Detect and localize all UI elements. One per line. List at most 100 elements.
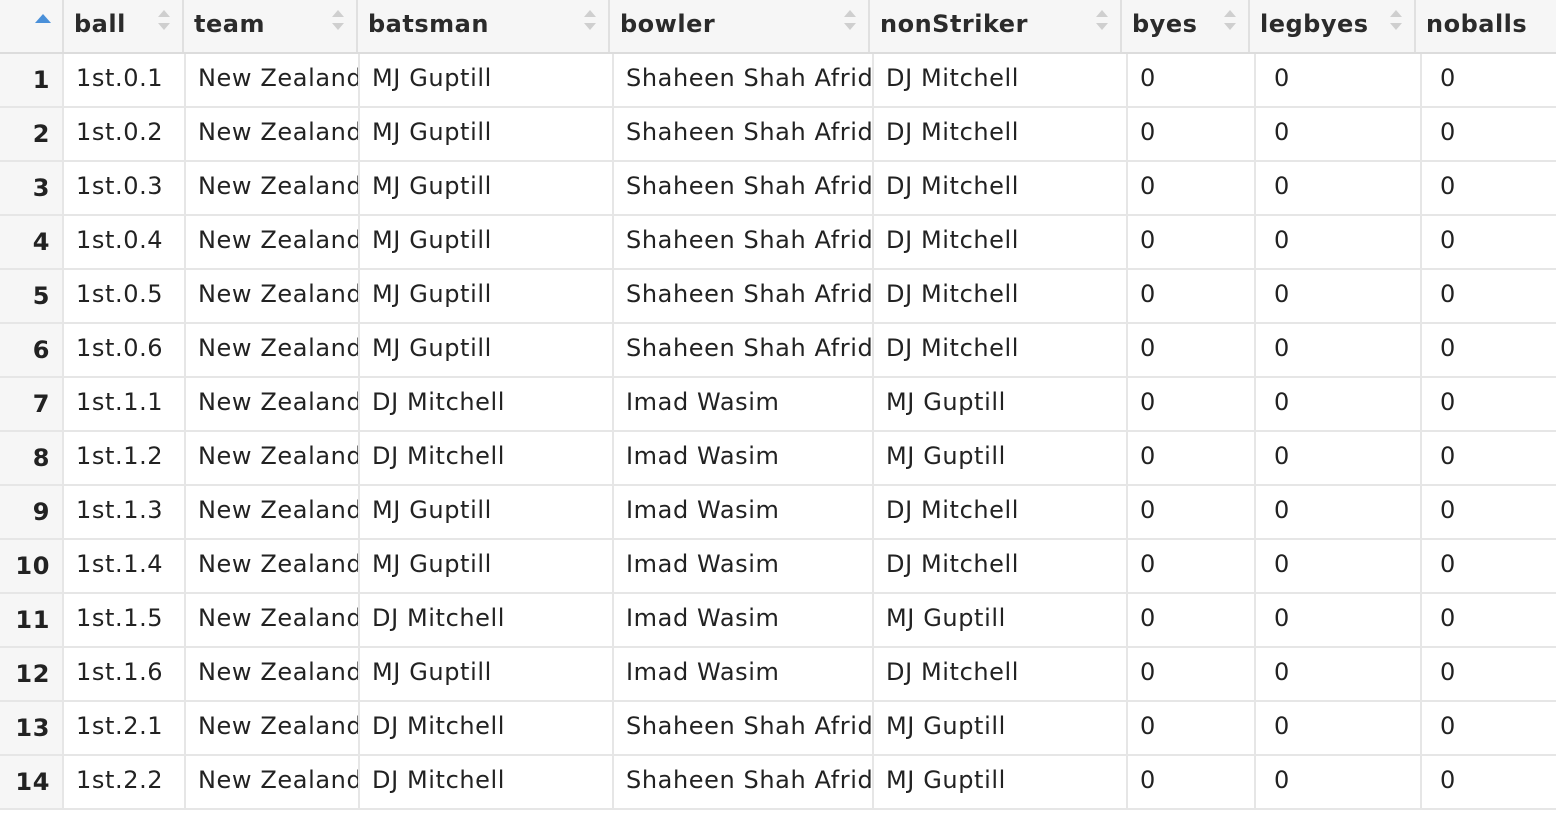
column-header-noballs[interactable]: noballs xyxy=(1416,0,1556,52)
cell-batsman: MJ Guptill xyxy=(360,648,614,700)
cell-byes: 0 xyxy=(1128,486,1256,538)
cell-noballs: 0 xyxy=(1440,226,1456,254)
column-header-byes[interactable]: byes xyxy=(1122,0,1250,52)
table-row[interactable]: 8 1st.1.2 New Zealand DJ Mitchell Imad Wasim… xyxy=(0,432,1556,486)
sort-arrows-icon[interactable] xyxy=(1224,10,1236,32)
cell-legbyes: 0 xyxy=(1256,486,1422,538)
cell-noballs: 0 xyxy=(1440,604,1456,632)
cell-byes: 0 xyxy=(1128,540,1256,592)
cell-nonstriker: DJ Mitchell xyxy=(874,648,1128,700)
table-row[interactable]: 9 1st.1.3 New Zealand MJ Guptill Imad Wasim D… xyxy=(0,486,1556,540)
cell-byes: 0 xyxy=(1128,324,1256,376)
column-header-ball[interactable]: ball xyxy=(64,0,184,52)
column-header-team[interactable]: team xyxy=(184,0,358,52)
cell-legbyes: 0 xyxy=(1256,378,1422,430)
cell-ball: 1st.0.6 xyxy=(64,324,186,376)
cell-byes: 0 xyxy=(1128,54,1256,106)
cell-batsman: DJ Mitchell xyxy=(360,432,614,484)
cell-team: New Zealand xyxy=(186,648,360,700)
cell-team: New Zealand xyxy=(186,540,360,592)
cell-team: New Zealand xyxy=(186,324,360,376)
cell-bowler: Shaheen Shah Afridi xyxy=(614,54,874,106)
column-header-batsman[interactable]: batsman xyxy=(358,0,610,52)
column-header-bowler[interactable]: bowler xyxy=(610,0,870,52)
table-row[interactable]: 5 1st.0.5 New Zealand MJ Guptill Shaheen Sha… xyxy=(0,270,1556,324)
cell-bowler: Imad Wasim xyxy=(614,378,874,430)
cell-legbyes: 0 xyxy=(1256,756,1422,808)
cell-legbyes: 0 xyxy=(1256,324,1422,376)
table-body: 1 1st.0.1 New Zealand MJ Guptill Shaheen Sha… xyxy=(0,54,1556,810)
cell-ball: 1st.1.6 xyxy=(64,648,186,700)
cell-noballs: 0 xyxy=(1440,334,1456,362)
cell-team: New Zealand xyxy=(186,270,360,322)
table-row[interactable]: 13 1st.2.1 New Zealand DJ Mitchell Shaheen S… xyxy=(0,702,1556,756)
sort-arrows-icon[interactable] xyxy=(332,10,344,32)
cell-team: New Zealand xyxy=(186,594,360,646)
cell-ball: 1st.1.4 xyxy=(64,540,186,592)
sort-arrows-icon[interactable] xyxy=(844,10,856,32)
cell-byes: 0 xyxy=(1128,216,1256,268)
cell-bowler: Imad Wasim xyxy=(614,486,874,538)
sort-arrows-icon[interactable] xyxy=(1390,10,1402,32)
cell-team: New Zealand xyxy=(186,486,360,538)
table-row[interactable]: 6 1st.0.6 New Zealand MJ Guptill Shaheen Sha… xyxy=(0,324,1556,378)
cell-bowler: Shaheen Shah Afridi xyxy=(614,756,874,808)
column-header-legbyes[interactable]: legbyes xyxy=(1250,0,1416,52)
cell-legbyes: 0 xyxy=(1256,648,1422,700)
cell-nonstriker: MJ Guptill xyxy=(874,702,1128,754)
cell-legbyes: 0 xyxy=(1256,216,1422,268)
sort-ascending-icon[interactable] xyxy=(35,14,51,23)
row-number: 9 xyxy=(0,486,64,538)
sort-arrows-icon[interactable] xyxy=(584,10,596,32)
cell-ball: 1st.1.5 xyxy=(64,594,186,646)
cell-nonstriker: DJ Mitchell xyxy=(874,540,1128,592)
header-rownum-sort[interactable] xyxy=(0,0,64,52)
cell-bowler: Imad Wasim xyxy=(614,540,874,592)
cell-nonstriker: DJ Mitchell xyxy=(874,162,1128,214)
cell-ball: 1st.1.2 xyxy=(64,432,186,484)
cell-team: New Zealand xyxy=(186,54,360,106)
cell-bowler: Shaheen Shah Afridi xyxy=(614,216,874,268)
cell-batsman: MJ Guptill xyxy=(360,54,614,106)
table-row[interactable]: 1 1st.0.1 New Zealand MJ Guptill Shaheen Sha… xyxy=(0,54,1556,108)
sort-arrows-icon[interactable] xyxy=(1096,10,1108,32)
row-number: 1 xyxy=(0,54,64,106)
column-header-label: ball xyxy=(74,10,126,38)
cell-team: New Zealand xyxy=(186,756,360,808)
table-row[interactable]: 3 1st.0.3 New Zealand MJ Guptill Shaheen Sha… xyxy=(0,162,1556,216)
cell-bowler: Shaheen Shah Afridi xyxy=(614,702,874,754)
cell-byes: 0 xyxy=(1128,756,1256,808)
sort-arrows-icon[interactable] xyxy=(158,10,170,32)
cell-ball: 1st.2.1 xyxy=(64,702,186,754)
cell-noballs: 0 xyxy=(1440,442,1456,470)
cell-nonstriker: MJ Guptill xyxy=(874,378,1128,430)
table-row[interactable]: 12 1st.1.6 New Zealand MJ Guptill Imad Wasim… xyxy=(0,648,1556,702)
cell-legbyes: 0 xyxy=(1256,540,1422,592)
cell-bowler: Imad Wasim xyxy=(614,594,874,646)
row-number: 10 xyxy=(0,540,64,592)
column-header-nonstriker[interactable]: nonStriker xyxy=(870,0,1122,52)
cell-team: New Zealand xyxy=(186,216,360,268)
cell-ball: 1st.1.3 xyxy=(64,486,186,538)
row-number: 7 xyxy=(0,378,64,430)
cell-team: New Zealand xyxy=(186,108,360,160)
row-number: 2 xyxy=(0,108,64,160)
cell-noballs: 0 xyxy=(1440,118,1456,146)
table-row[interactable]: 14 1st.2.2 New Zealand DJ Mitchell Shaheen S… xyxy=(0,756,1556,810)
cell-batsman: DJ Mitchell xyxy=(360,702,614,754)
cell-team: New Zealand xyxy=(186,432,360,484)
cell-byes: 0 xyxy=(1128,108,1256,160)
cell-bowler: Shaheen Shah Afridi xyxy=(614,324,874,376)
cell-byes: 0 xyxy=(1128,378,1256,430)
table-row[interactable]: 11 1st.1.5 New Zealand DJ Mitchell Imad Wasi… xyxy=(0,594,1556,648)
table-row[interactable]: 2 1st.0.2 New Zealand MJ Guptill Shaheen Sha… xyxy=(0,108,1556,162)
cell-noballs: 0 xyxy=(1440,388,1456,416)
table-row[interactable]: 4 1st.0.4 New Zealand MJ Guptill Shaheen Sha… xyxy=(0,216,1556,270)
row-number: 11 xyxy=(0,594,64,646)
cell-nonstriker: DJ Mitchell xyxy=(874,486,1128,538)
cell-ball: 1st.0.4 xyxy=(64,216,186,268)
table-row[interactable]: 10 1st.1.4 New Zealand MJ Guptill Imad Wasim… xyxy=(0,540,1556,594)
column-header-label: byes xyxy=(1132,10,1198,38)
table-row[interactable]: 7 1st.1.1 New Zealand DJ Mitchell Imad Wasim… xyxy=(0,378,1556,432)
cell-byes: 0 xyxy=(1128,270,1256,322)
